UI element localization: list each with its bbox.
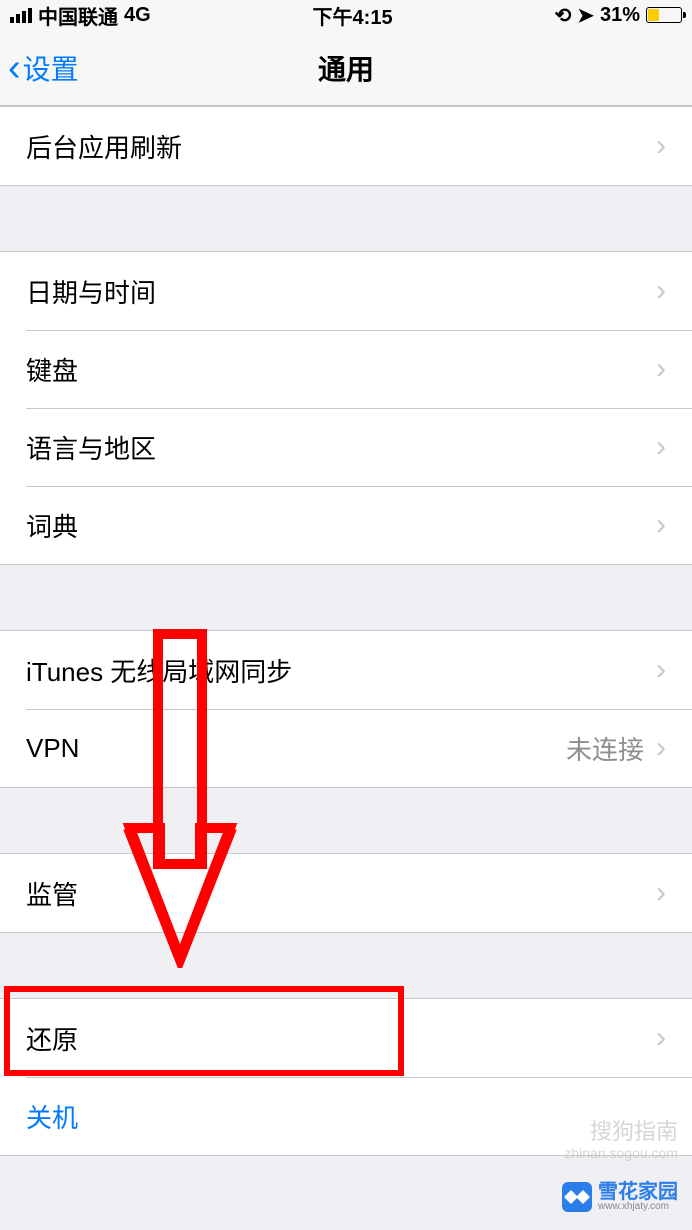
row-label: VPN: [26, 733, 566, 764]
status-time: 下午4:15: [313, 1, 393, 30]
group-bg-refresh: 后台应用刷新 ›: [0, 106, 692, 186]
row-label: 关机: [26, 1098, 666, 1135]
status-bar: 中国联通 4G 下午4:15 ⟲ ➤ 31%: [0, 0, 692, 30]
battery-pct: 31%: [600, 4, 640, 27]
row-vpn[interactable]: VPN 未连接 ›: [0, 709, 692, 787]
row-label: iTunes 无线局域网同步: [26, 652, 656, 689]
nav-bar: ‹ 设置 通用: [0, 30, 692, 106]
row-label: 还原: [26, 1020, 656, 1057]
row-reset[interactable]: 还原 ›: [0, 999, 692, 1077]
signal-icon: [10, 8, 32, 23]
snowflake-logo-icon: [562, 1182, 592, 1212]
battery-icon: [646, 7, 682, 23]
chevron-right-icon: ›: [656, 1021, 666, 1055]
watermark-xuehua: 雪花家园 www.xhjaty.com: [562, 1182, 678, 1212]
group-input-settings: 日期与时间 › 键盘 › 语言与地区 › 词典 ›: [0, 251, 692, 565]
row-shutdown[interactable]: 关机: [0, 1077, 692, 1155]
row-label: 键盘: [26, 351, 656, 388]
row-label: 后台应用刷新: [26, 128, 656, 165]
row-itunes-wifi-sync[interactable]: iTunes 无线局域网同步 ›: [0, 631, 692, 709]
watermark-url: www.xhjaty.com: [598, 1202, 678, 1212]
group-reset: 还原 › 关机: [0, 998, 692, 1156]
row-dictionary[interactable]: 词典 ›: [0, 486, 692, 564]
location-icon: ➤: [577, 3, 594, 28]
chevron-right-icon: ›: [656, 508, 666, 542]
row-keyboard[interactable]: 键盘 ›: [0, 330, 692, 408]
chevron-right-icon: ›: [656, 352, 666, 386]
carrier-label: 中国联通: [38, 1, 118, 30]
chevron-right-icon: ›: [656, 876, 666, 910]
back-label: 设置: [23, 48, 79, 88]
row-regulatory[interactable]: 监管 ›: [0, 854, 692, 932]
group-regulatory: 监管 ›: [0, 853, 692, 933]
chevron-right-icon: ›: [656, 129, 666, 163]
orientation-lock-icon: ⟲: [554, 3, 571, 28]
vpn-status: 未连接: [566, 730, 644, 767]
row-label: 词典: [26, 507, 656, 544]
row-bg-app-refresh[interactable]: 后台应用刷新 ›: [0, 107, 692, 185]
page-title: 通用: [0, 48, 692, 88]
chevron-right-icon: ›: [656, 430, 666, 464]
group-sync: iTunes 无线局域网同步 › VPN 未连接 ›: [0, 630, 692, 788]
chevron-right-icon: ›: [656, 653, 666, 687]
row-label: 监管: [26, 875, 656, 912]
network-label: 4G: [124, 4, 151, 27]
watermark-text: 雪花家园: [598, 1181, 678, 1203]
row-date-time[interactable]: 日期与时间 ›: [0, 252, 692, 330]
chevron-left-icon: ‹: [8, 49, 21, 87]
chevron-right-icon: ›: [656, 274, 666, 308]
row-label: 语言与地区: [26, 429, 656, 466]
row-label: 日期与时间: [26, 273, 656, 310]
back-button[interactable]: ‹ 设置: [0, 48, 79, 88]
chevron-right-icon: ›: [656, 731, 666, 765]
row-language-region[interactable]: 语言与地区 ›: [0, 408, 692, 486]
